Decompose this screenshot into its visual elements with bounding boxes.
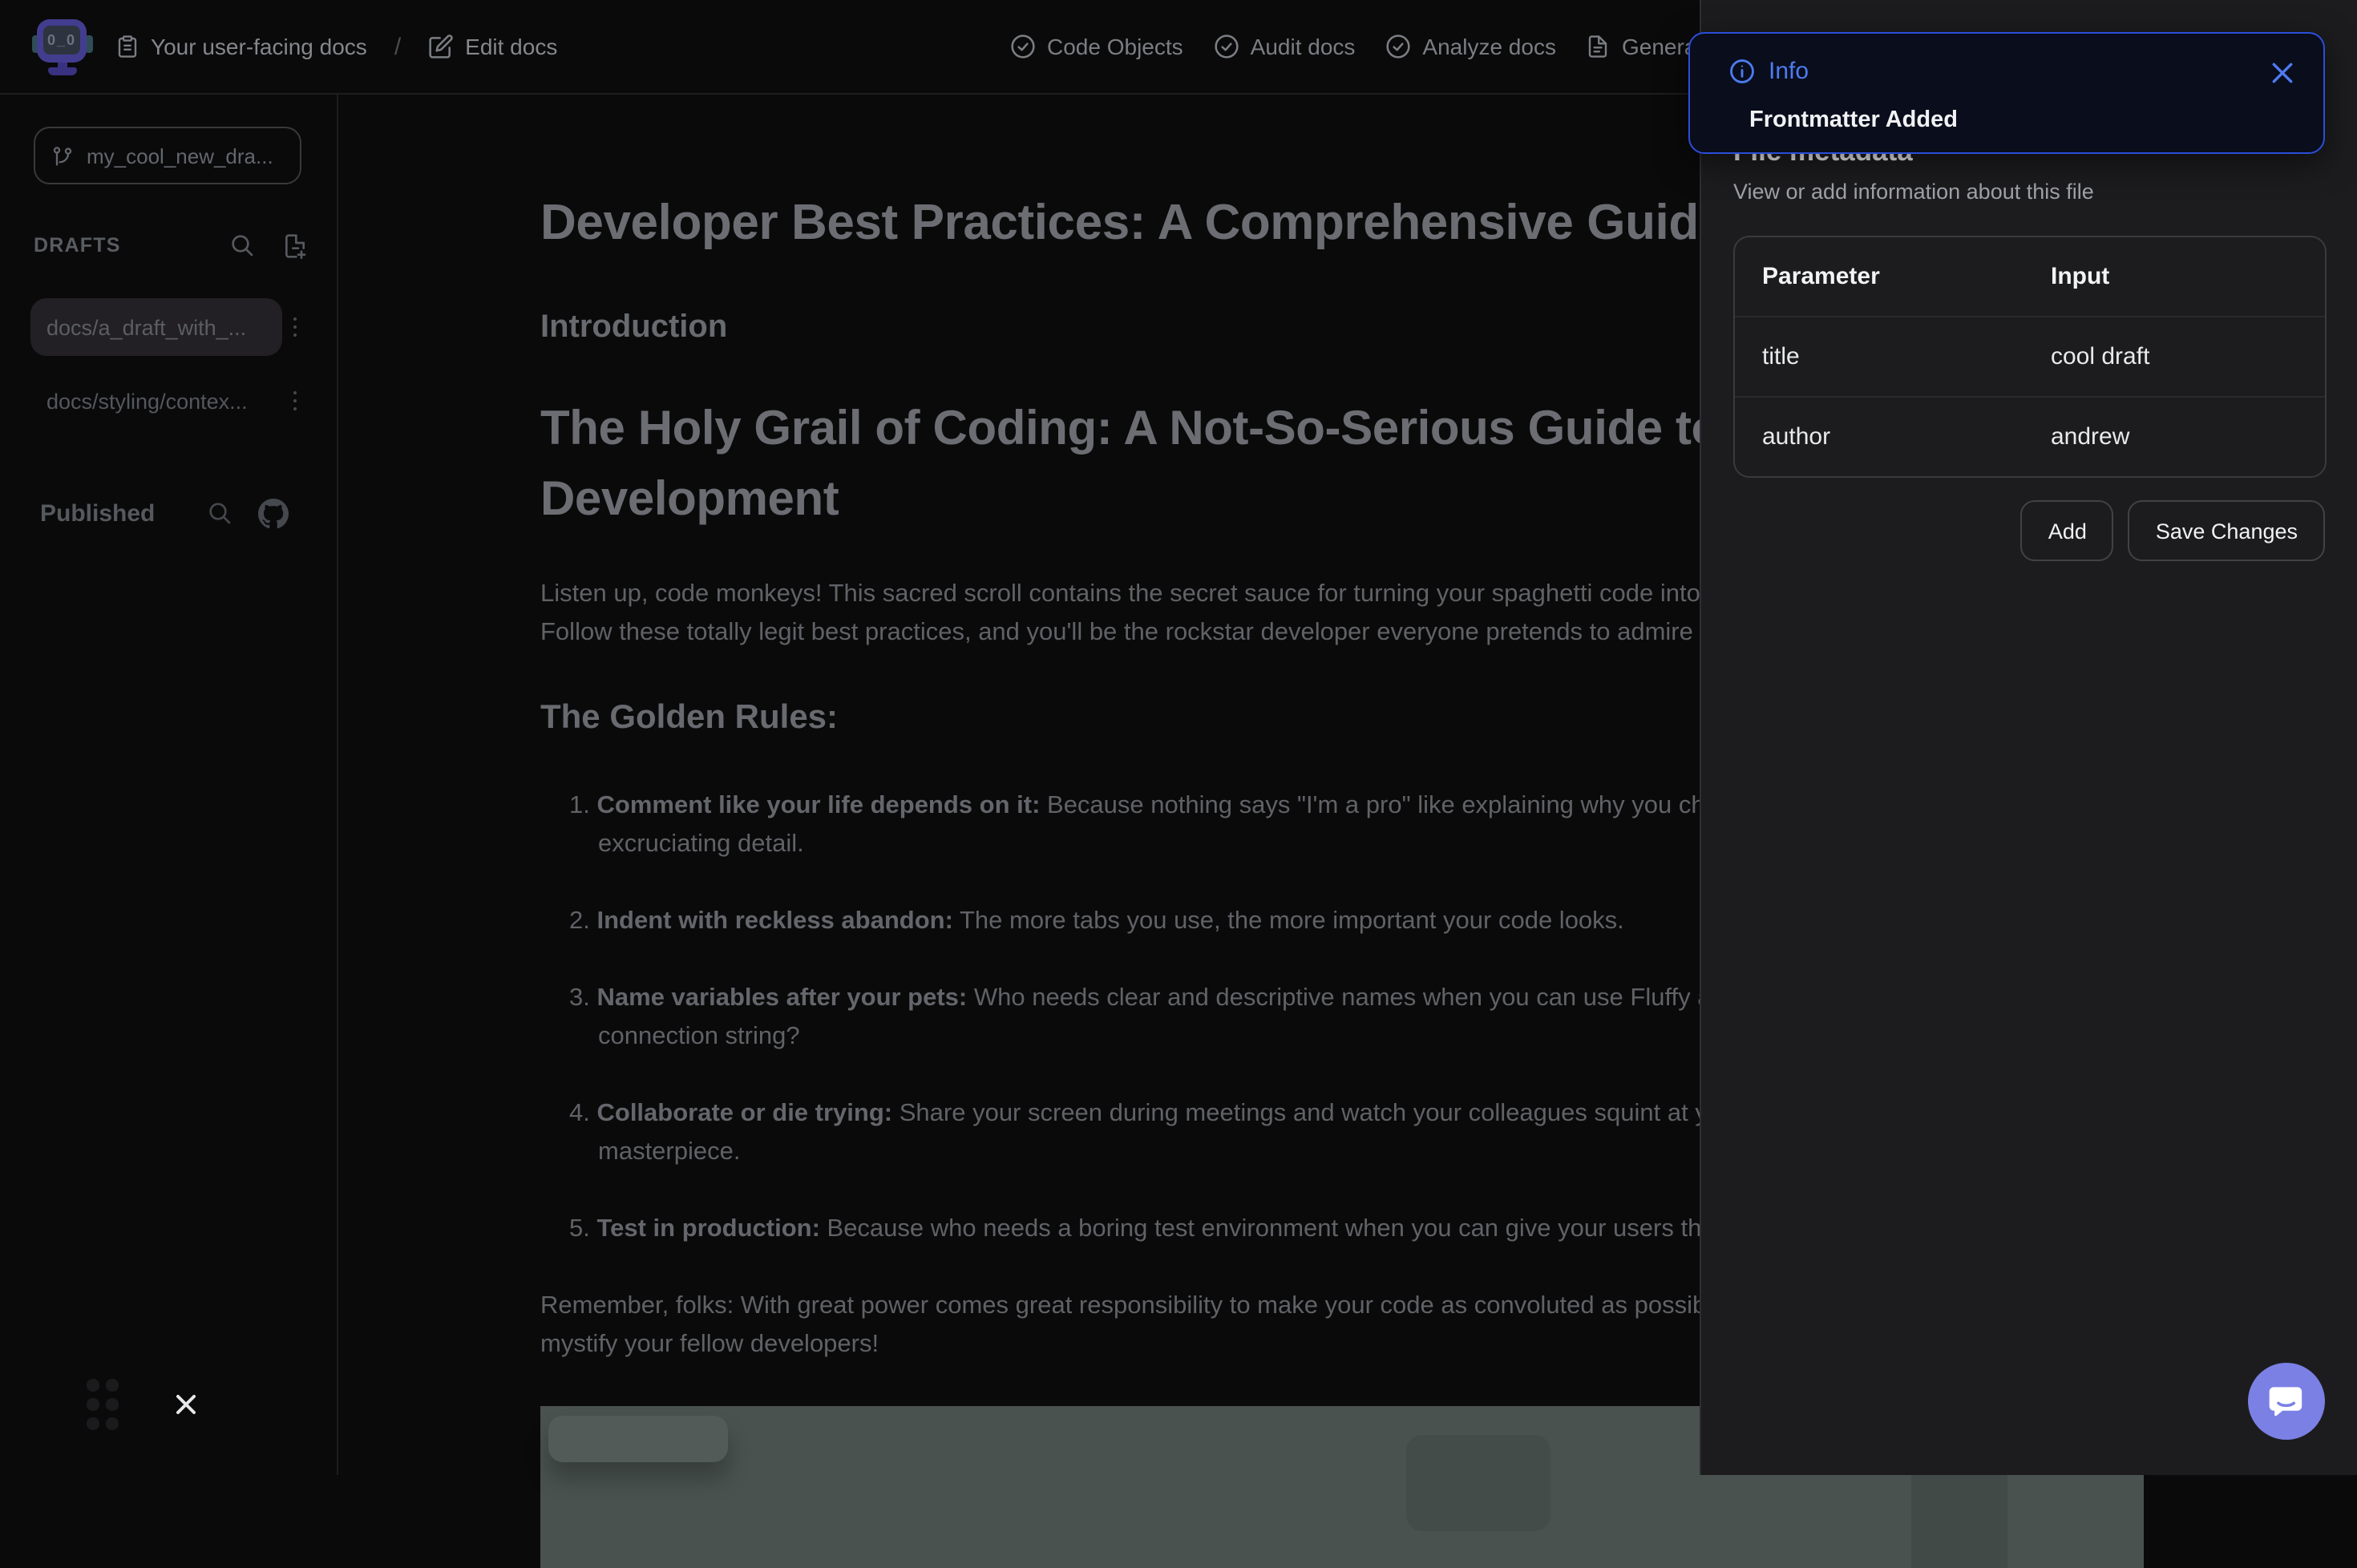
- check-circle-icon: [1214, 34, 1239, 59]
- app-window: 0_0 Your user-facing docs / Edit docs Co…: [0, 0, 2357, 1475]
- drafts-label: DRAFTS: [34, 234, 121, 257]
- doc-list-item-4: 4. Collaborate or die trying: Share your…: [540, 1100, 1744, 1129]
- panel-subtitle: View or add information about this file: [1733, 180, 2094, 204]
- doc-title: Developer Best Practices: A Comprehensiv…: [540, 194, 1726, 252]
- cell-input[interactable]: cool draft: [2023, 343, 2325, 370]
- doc-list-item-2: 2. Indent with reckless abandon: The mor…: [540, 907, 1624, 936]
- check-circle-icon: [1010, 34, 1036, 59]
- column-header-parameter: Parameter: [1735, 263, 2023, 290]
- notification-title: Info: [1769, 58, 1809, 85]
- cell-input[interactable]: andrew: [2023, 423, 2325, 451]
- drafts-header: DRAFTS: [34, 231, 308, 260]
- doc-paragraph-line: Follow these totally legit best practice…: [540, 619, 1693, 648]
- close-icon[interactable]: [2270, 61, 2294, 85]
- info-notification: Info Frontmatter Added: [1688, 32, 2325, 154]
- doc-list-item-3-line2: connection string?: [540, 1023, 800, 1052]
- file-metadata-panel: File metadata View or add information ab…: [1700, 0, 2357, 1475]
- breadcrumb-edit-docs[interactable]: Edit docs: [465, 34, 557, 59]
- add-button[interactable]: Add: [2021, 500, 2114, 561]
- info-icon: [1728, 58, 1756, 85]
- edit-icon: [428, 34, 454, 59]
- doc-list-item-3: 3. Name variables after your pets: Who n…: [540, 984, 1779, 1013]
- doc-image-detail: [548, 1416, 728, 1462]
- table-header-row: Parameter Input: [1735, 237, 2325, 317]
- nav-code-objects[interactable]: Code Objects: [1010, 34, 1183, 59]
- doc-heading-holy-grail-line2: Development: [540, 473, 839, 527]
- chat-bubble-icon: [2266, 1380, 2307, 1422]
- chat-launcher-button[interactable]: [2248, 1363, 2325, 1440]
- published-header: Published: [40, 495, 289, 531]
- table-row[interactable]: author andrew: [1735, 398, 2325, 476]
- doc-heading-holy-grail: The Holy Grail of Coding: A Not-So-Serio…: [540, 402, 1720, 457]
- metadata-table: Parameter Input title cool draft author …: [1733, 236, 2327, 478]
- breadcrumb-separator: /: [394, 33, 401, 60]
- robot-logo-icon[interactable]: 0_0: [34, 18, 91, 75]
- table-row[interactable]: title cool draft: [1735, 317, 2325, 398]
- doc-list-item-1: 1. Comment like your life depends on it:…: [540, 792, 1745, 821]
- nav-audit-docs[interactable]: Audit docs: [1214, 34, 1356, 59]
- search-icon[interactable]: [207, 500, 232, 526]
- github-icon[interactable]: [258, 498, 289, 528]
- cell-parameter: title: [1735, 343, 2023, 370]
- panel-actions: Add Save Changes: [2021, 500, 2325, 561]
- published-label: Published: [40, 499, 155, 527]
- cell-parameter: author: [1735, 423, 2023, 451]
- doc-list-item-5: 5. Test in production: Because who needs…: [540, 1215, 1768, 1244]
- clipboard-icon: [115, 34, 139, 59]
- git-branch-icon: [51, 143, 74, 168]
- sidebar: my_cool_new_dra... DRAFTS docs/a_draft_w…: [0, 93, 338, 1475]
- drag-handle-icon[interactable]: [87, 1379, 118, 1429]
- save-changes-button[interactable]: Save Changes: [2129, 500, 2325, 561]
- kebab-menu-icon[interactable]: [284, 298, 306, 356]
- draft-item-selected[interactable]: docs/a_draft_with_...: [30, 298, 282, 356]
- doc-paragraph-line: mystify your fellow developers!: [540, 1331, 879, 1360]
- doc-paragraph-line: Listen up, code monkeys! This sacred scr…: [540, 580, 1700, 609]
- doc-list-item-4-line2: masterpiece.: [540, 1138, 740, 1167]
- doc-paragraph-line: Remember, folks: With great power comes …: [540, 1292, 1753, 1321]
- robot-face: 0_0: [43, 26, 80, 55]
- breadcrumb: Your user-facing docs / Edit docs: [115, 33, 557, 60]
- notification-message: Frontmatter Added: [1749, 107, 1958, 133]
- new-file-icon[interactable]: [282, 232, 308, 259]
- branch-name: my_cool_new_dra...: [87, 143, 273, 168]
- doc-list-item-1-line2: excruciating detail.: [540, 830, 804, 859]
- column-header-input: Input: [2023, 263, 2325, 290]
- file-icon: [1587, 34, 1611, 59]
- search-icon[interactable]: [229, 232, 255, 259]
- draft-item[interactable]: docs/styling/contex...: [30, 372, 282, 430]
- branch-selector[interactable]: my_cool_new_dra...: [34, 127, 301, 184]
- doc-heading-golden-rules: The Golden Rules:: [540, 699, 838, 738]
- check-circle-icon: [1385, 34, 1411, 59]
- close-icon[interactable]: [175, 1393, 197, 1416]
- nav-analyze-docs[interactable]: Analyze docs: [1385, 34, 1556, 59]
- top-nav: Code Objects Audit docs Analyze docs Gen…: [1010, 0, 1769, 93]
- doc-heading-introduction: Introduction: [540, 309, 727, 346]
- breadcrumb-docs[interactable]: Your user-facing docs: [151, 34, 367, 59]
- kebab-menu-icon[interactable]: [284, 372, 306, 430]
